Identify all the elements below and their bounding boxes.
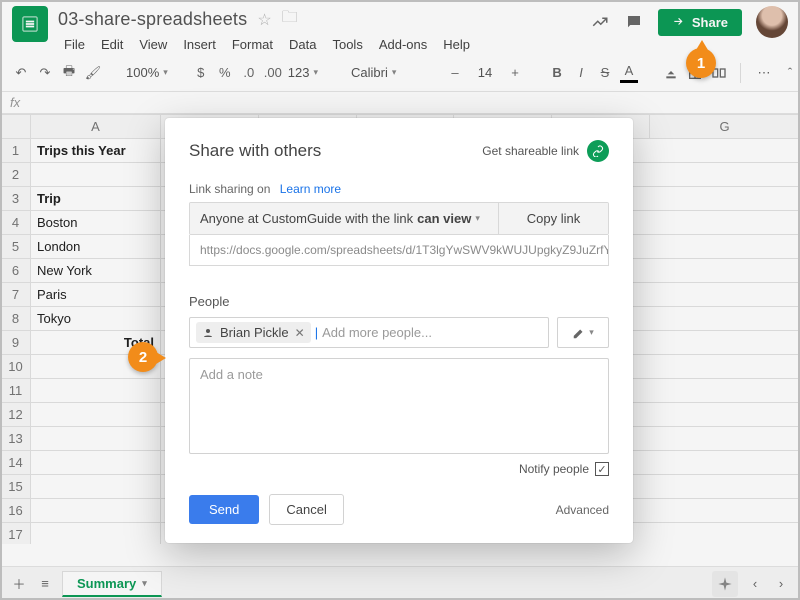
link-permission-select[interactable]: Anyone at CustomGuide with the link can … bbox=[190, 203, 498, 234]
notify-label: Notify people bbox=[519, 462, 589, 476]
link-sharing-status: Link sharing on bbox=[189, 182, 270, 196]
get-shareable-link[interactable]: Get shareable link bbox=[482, 140, 609, 162]
people-input[interactable]: Brian Pickle ✕ | Add more people... bbox=[189, 317, 549, 348]
callout-badge-2: 2 bbox=[128, 342, 158, 372]
share-url-field[interactable]: https://docs.google.com/spreadsheets/d/1… bbox=[189, 235, 609, 266]
chevron-down-icon: ▾ bbox=[475, 213, 480, 224]
people-label: People bbox=[189, 294, 609, 309]
people-placeholder: Add more people... bbox=[322, 325, 542, 340]
get-shareable-link-label: Get shareable link bbox=[482, 144, 579, 158]
note-textarea[interactable]: Add a note bbox=[189, 358, 609, 454]
advanced-link[interactable]: Advanced bbox=[556, 503, 609, 517]
link-permission-mode: can view bbox=[417, 211, 471, 226]
remove-chip-icon[interactable]: ✕ bbox=[295, 326, 305, 340]
permission-select[interactable]: ▾ bbox=[557, 317, 609, 348]
send-button[interactable]: Send bbox=[189, 495, 259, 524]
copy-link-button[interactable]: Copy link bbox=[498, 203, 608, 234]
pencil-icon bbox=[572, 326, 586, 340]
dialog-title: Share with others bbox=[189, 141, 321, 161]
person-chip[interactable]: Brian Pickle ✕ bbox=[196, 322, 311, 343]
link-permission-prefix: Anyone at CustomGuide with the link bbox=[200, 211, 413, 226]
learn-more-link[interactable]: Learn more bbox=[280, 182, 341, 196]
notify-checkbox[interactable]: ✓ bbox=[595, 462, 609, 476]
person-chip-name: Brian Pickle bbox=[220, 325, 289, 340]
callout-badge-1: 1 bbox=[686, 48, 716, 78]
chevron-down-icon: ▾ bbox=[589, 327, 594, 338]
cancel-button[interactable]: Cancel bbox=[269, 494, 343, 525]
share-dialog: Share with others Get shareable link Lin… bbox=[165, 118, 633, 543]
link-icon bbox=[587, 140, 609, 162]
person-icon bbox=[202, 327, 214, 339]
